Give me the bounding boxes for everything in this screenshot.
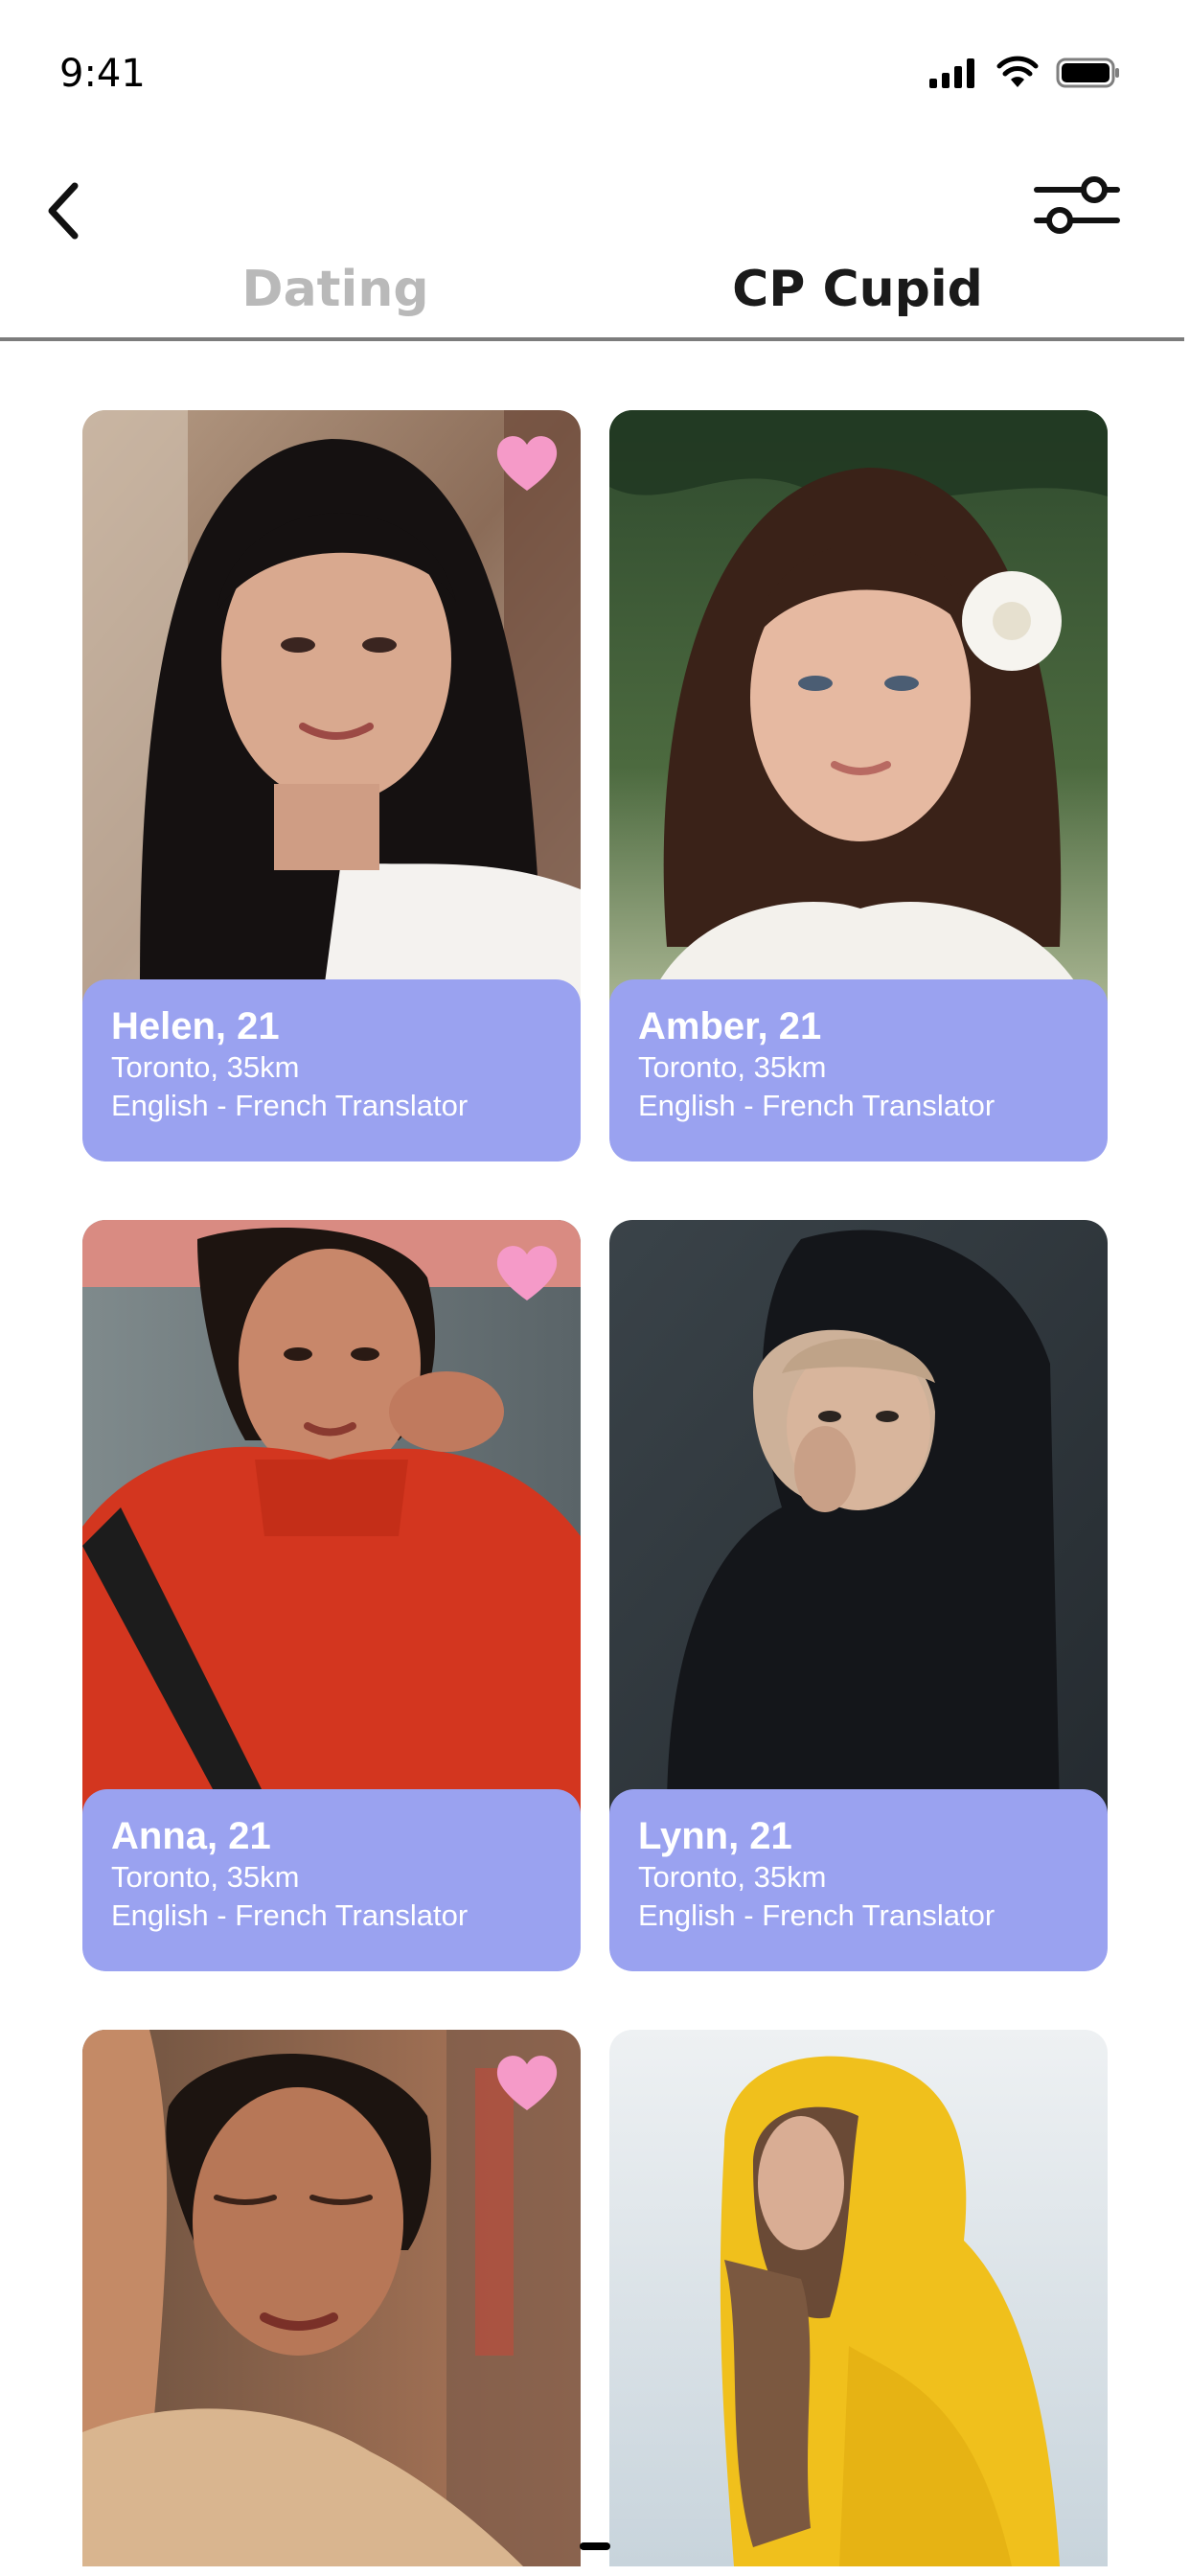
profile-occupation: English - French Translator xyxy=(111,1898,469,1932)
profile-occupation: English - French Translator xyxy=(638,1898,995,1932)
profile-name: Amber, 21 xyxy=(638,1005,822,1047)
profile-name: Lynn, 21 xyxy=(638,1815,792,1857)
profile-card[interactable]: Lynn, 21 Toronto, 35km English - French … xyxy=(609,1220,1108,1971)
profile-location: Toronto, 35km xyxy=(111,1050,300,1084)
profile-photo xyxy=(82,1220,581,1814)
profile-info: Helen, 21 Toronto, 35km English - French… xyxy=(82,979,581,1162)
profile-card[interactable]: Helen, 21 Toronto, 35km English - French… xyxy=(82,410,581,1162)
screen: 9:41 Dating CP Cupid Helen, 21 Toronto, … xyxy=(0,0,1190,2576)
heart-icon[interactable] xyxy=(492,2051,561,2114)
profile-location: Toronto, 35km xyxy=(111,1860,300,1894)
profile-grid: Helen, 21 Toronto, 35km English - French… xyxy=(0,0,1190,2576)
profile-photo xyxy=(609,1220,1108,1814)
heart-icon[interactable] xyxy=(492,1241,561,1304)
profile-photo xyxy=(82,410,581,1004)
profile-occupation: English - French Translator xyxy=(111,1089,469,1122)
profile-card[interactable]: Anna, 21 Toronto, 35km English - French … xyxy=(82,1220,581,1971)
heart-icon[interactable] xyxy=(492,431,561,494)
home-indicator xyxy=(580,2542,610,2550)
profile-photo xyxy=(609,410,1108,1004)
profile-location: Toronto, 35km xyxy=(638,1050,827,1084)
profile-info: Amber, 21 Toronto, 35km English - French… xyxy=(609,979,1108,1162)
profile-photo xyxy=(609,2030,1108,2566)
profile-card[interactable] xyxy=(82,2030,581,2566)
profile-name: Anna, 21 xyxy=(111,1815,271,1857)
profile-location: Toronto, 35km xyxy=(638,1860,827,1894)
profile-card[interactable]: Amber, 21 Toronto, 35km English - French… xyxy=(609,410,1108,1162)
profile-info: Lynn, 21 Toronto, 35km English - French … xyxy=(609,1789,1108,1971)
profile-info: Anna, 21 Toronto, 35km English - French … xyxy=(82,1789,581,1971)
profile-occupation: English - French Translator xyxy=(638,1089,995,1122)
profile-card[interactable] xyxy=(609,2030,1108,2566)
profile-name: Helen, 21 xyxy=(111,1005,280,1047)
